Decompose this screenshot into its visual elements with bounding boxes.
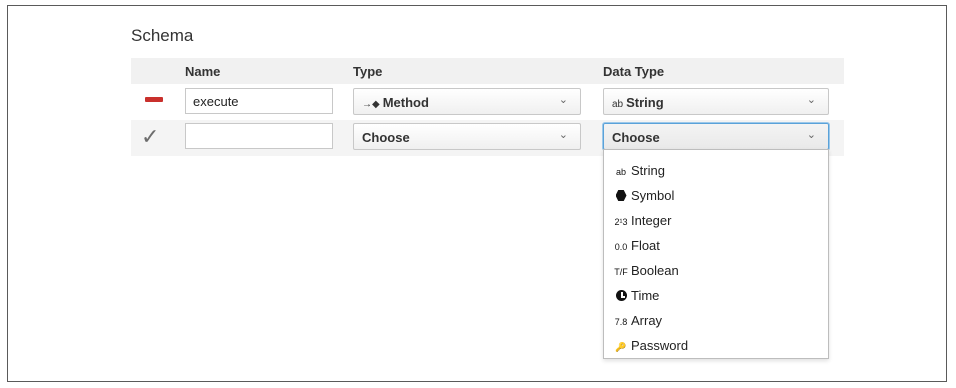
- option-integer[interactable]: 2¹3 Integer: [614, 210, 671, 232]
- data-type-select-value: String: [626, 95, 664, 110]
- column-header-data-type: Data Type: [603, 64, 665, 79]
- type-select[interactable]: Choose ⌄: [353, 123, 581, 150]
- chevron-down-icon: ⌄: [806, 94, 816, 106]
- data-type-dropdown-menu: ab String Symbol 2¹3 Integer 0.0 Float T/F B…: [603, 149, 829, 359]
- option-string[interactable]: ab String: [614, 160, 665, 182]
- chevron-down-icon: ⌄: [558, 94, 568, 106]
- string-icon: ab: [615, 167, 626, 177]
- table-row: →◆Method ⌄ abString ⌄: [131, 85, 844, 121]
- integer-icon: 2¹3: [614, 217, 628, 227]
- table-header: Name Type Data Type: [131, 58, 844, 84]
- string-icon: ab: [612, 99, 624, 110]
- option-symbol[interactable]: Symbol: [614, 185, 674, 207]
- column-header-type: Type: [353, 64, 383, 79]
- checkmark-icon[interactable]: ✓: [141, 124, 159, 150]
- option-password[interactable]: 🔑 Password: [614, 335, 688, 357]
- option-boolean[interactable]: T/F Boolean: [614, 260, 678, 282]
- option-array[interactable]: 7.8 Array: [614, 310, 662, 332]
- key-icon: 🔑: [615, 342, 627, 352]
- symbol-icon: [614, 186, 628, 208]
- type-select-value: Choose: [362, 130, 410, 145]
- data-type-select[interactable]: Choose ⌄: [603, 123, 829, 150]
- boolean-icon: T/F: [614, 267, 628, 277]
- chevron-down-icon: ⌄: [558, 129, 568, 141]
- option-float[interactable]: 0.0 Float: [614, 235, 660, 257]
- column-header-name: Name: [185, 64, 221, 79]
- method-icon: →◆: [362, 99, 380, 110]
- type-select-value: Method: [382, 95, 429, 110]
- remove-row-icon[interactable]: [145, 97, 163, 102]
- chevron-down-icon: ⌄: [806, 129, 816, 141]
- clock-icon: [614, 286, 628, 308]
- section-title: Schema: [131, 26, 194, 45]
- name-field[interactable]: [185, 123, 333, 149]
- type-select[interactable]: →◆ Method ⌄: [353, 88, 581, 115]
- name-field[interactable]: [185, 88, 333, 114]
- array-icon: 7.8: [614, 317, 628, 327]
- option-time[interactable]: Time: [614, 285, 659, 307]
- data-type-select[interactable]: ab String ⌄: [603, 88, 829, 115]
- data-type-select-value: Choose: [612, 130, 660, 145]
- float-icon: 0.0: [614, 242, 628, 252]
